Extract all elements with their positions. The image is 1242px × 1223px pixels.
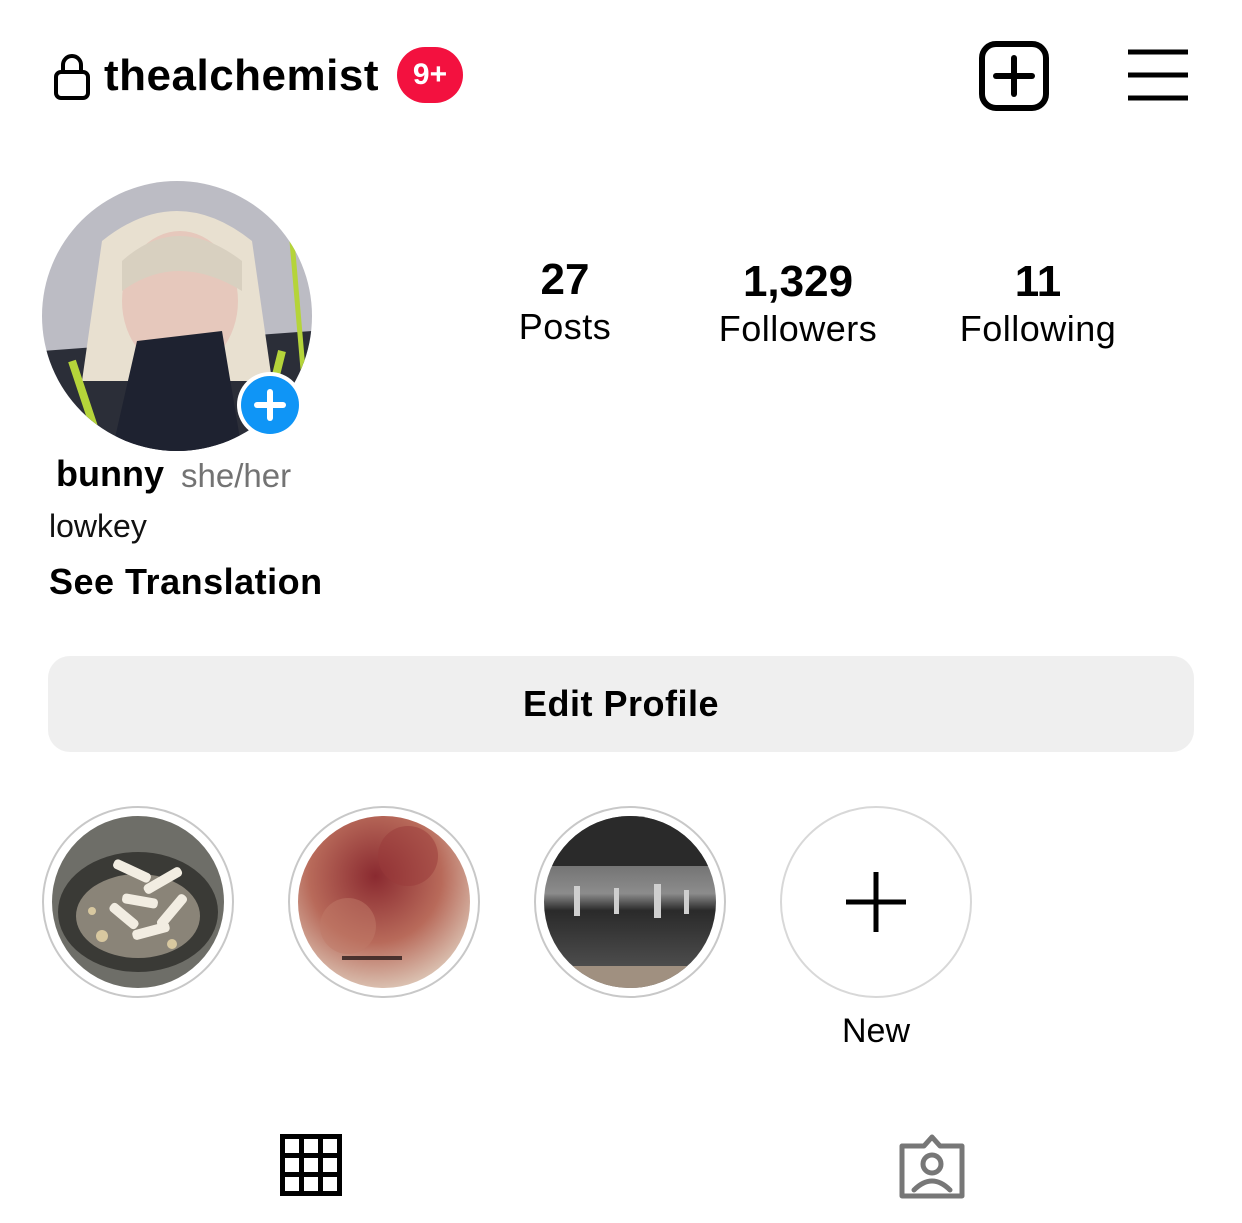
edit-profile-button[interactable]: Edit Profile	[48, 656, 1194, 752]
plus-icon	[254, 389, 286, 421]
account-username[interactable]: thealchemist	[104, 50, 379, 102]
lock-icon	[54, 54, 90, 100]
profile-page: thealchemist 9+ 27 Posts 1,329 Followers…	[0, 0, 1242, 1223]
pronouns: she/her	[181, 457, 292, 494]
followers-label: Followers	[718, 308, 878, 349]
story-highlight[interactable]	[42, 806, 234, 998]
display-name: bunny	[56, 453, 164, 494]
plus-icon	[846, 872, 906, 932]
following-label: Following	[959, 308, 1117, 349]
add-story-button[interactable]	[237, 372, 303, 438]
highlight-cover-ashtray	[52, 816, 224, 988]
story-highlight[interactable]	[534, 806, 726, 998]
posts-stat[interactable]: 27 Posts	[480, 255, 650, 349]
notification-badge[interactable]: 9+	[397, 47, 463, 103]
new-highlight-label: New	[841, 1012, 911, 1050]
posts-count: 27	[540, 255, 590, 304]
bio-text: lowkey	[49, 508, 147, 544]
highlight-cover-rainy-window	[544, 816, 716, 988]
following-count: 11	[1014, 257, 1062, 306]
new-highlight-button[interactable]	[780, 806, 972, 998]
following-stat[interactable]: 11 Following	[950, 257, 1126, 351]
followers-stat[interactable]: 1,329 Followers	[700, 257, 896, 351]
tagged-person-icon[interactable]	[898, 1134, 966, 1200]
highlight-cover-red-texture	[298, 816, 470, 988]
followers-count: 1,329	[742, 257, 854, 306]
grid-icon[interactable]	[280, 1134, 342, 1196]
see-translation-link[interactable]: See Translation	[49, 560, 323, 604]
profile-header: thealchemist 9+	[0, 0, 1242, 150]
hamburger-menu-icon[interactable]	[1126, 48, 1190, 102]
posts-label: Posts	[518, 306, 612, 347]
plus-square-icon[interactable]	[978, 40, 1050, 112]
story-highlight[interactable]	[288, 806, 480, 998]
